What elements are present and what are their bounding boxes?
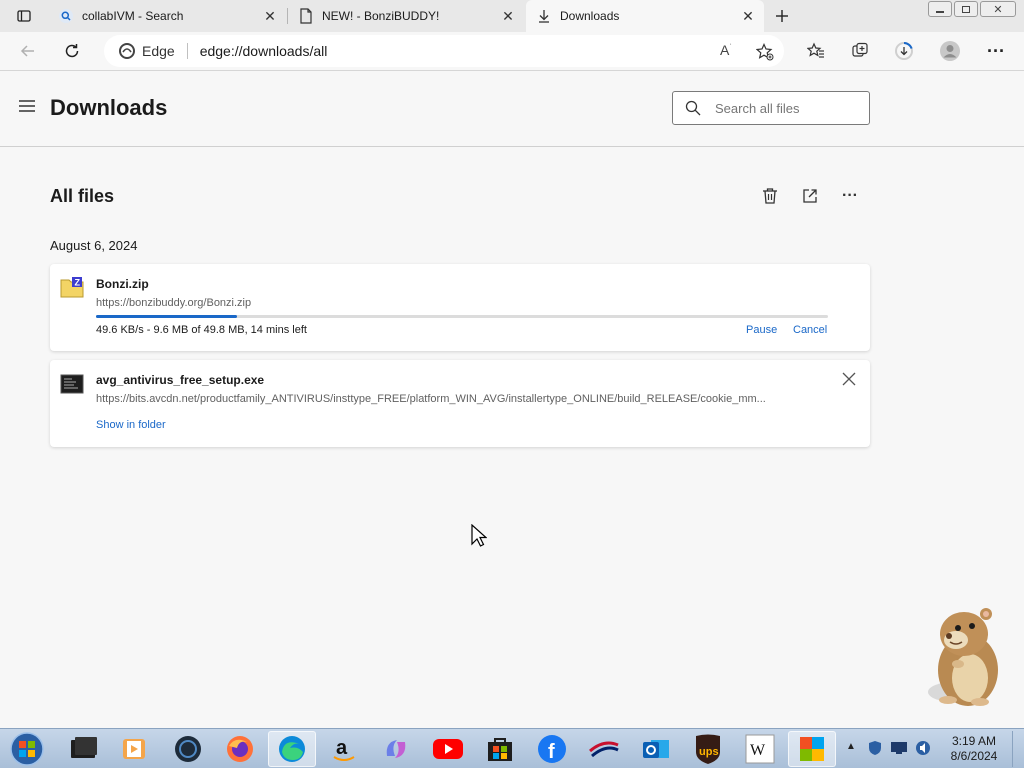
file-name[interactable]: avg_antivirus_free_setup.exe bbox=[96, 373, 264, 387]
address-divider bbox=[186, 43, 188, 59]
svg-text:a: a bbox=[336, 737, 348, 759]
read-aloud-icon[interactable]: Aʾ bbox=[720, 42, 732, 58]
zip-file-icon: Z bbox=[60, 276, 84, 298]
new-tab-button[interactable] bbox=[766, 0, 798, 32]
search-box[interactable] bbox=[672, 91, 870, 125]
pause-button[interactable]: Pause bbox=[746, 324, 777, 336]
open-downloads-folder-icon[interactable] bbox=[798, 184, 822, 208]
store-icon[interactable] bbox=[476, 731, 524, 767]
file-url: https://bits.avcdn.net/productfamily_ANT… bbox=[96, 393, 766, 405]
more-options-icon[interactable]: ··· bbox=[838, 184, 862, 208]
download-item-avg: avg_antivirus_free_setup.exe https://bit… bbox=[50, 360, 870, 447]
clock-date: 8/6/2024 bbox=[950, 749, 998, 763]
profile-avatar[interactable] bbox=[934, 35, 966, 67]
start-button[interactable] bbox=[2, 731, 52, 767]
terminal-app-icon[interactable] bbox=[60, 731, 108, 767]
address-bar[interactable]: Edge edge://downloads/all Aʾ bbox=[104, 35, 784, 67]
security-tray-icon[interactable] bbox=[868, 740, 882, 761]
close-icon[interactable]: ✕ bbox=[260, 6, 280, 26]
tab-label: collabIVM - Search bbox=[82, 9, 184, 23]
ups-icon[interactable]: ups bbox=[684, 731, 732, 767]
download-icon bbox=[536, 8, 552, 24]
clock-time: 3:19 AM bbox=[951, 734, 997, 748]
copilot-icon[interactable] bbox=[372, 731, 420, 767]
favorite-add-icon[interactable] bbox=[755, 43, 774, 64]
cancel-button[interactable]: Cancel bbox=[793, 324, 827, 336]
tab-label: Downloads bbox=[560, 9, 620, 23]
browser-toolbar: Edge edge://downloads/all Aʾ ··· bbox=[0, 32, 1024, 71]
mouse-cursor-icon bbox=[471, 523, 488, 553]
hamster-character-icon[interactable] bbox=[918, 604, 1008, 712]
tab-strip: collabIVM - Search ✕ NEW! - BonziBUDDY! … bbox=[0, 0, 1024, 32]
facebook-icon[interactable]: f bbox=[528, 731, 576, 767]
window-controls: ✕ bbox=[928, 1, 1016, 17]
close-icon[interactable]: ✕ bbox=[738, 6, 758, 26]
download-item-bonzi: Z Bonzi.zip https://bonzibuddy.org/Bonzi… bbox=[50, 264, 870, 351]
edge-taskbar-icon[interactable] bbox=[268, 731, 316, 767]
exe-file-icon bbox=[60, 374, 84, 394]
page-title: Downloads bbox=[50, 95, 168, 120]
file-url: https://bonzibuddy.org/Bonzi.zip bbox=[96, 297, 252, 309]
tab-downloads[interactable]: Downloads ✕ bbox=[526, 0, 764, 32]
youtube-icon[interactable] bbox=[424, 731, 472, 767]
taskbar: a f ups W ▲ 3:19 AM 8/6/2024 bbox=[0, 728, 1024, 768]
download-progress-bar bbox=[96, 315, 828, 318]
tab-actions-icon[interactable] bbox=[8, 0, 40, 32]
restore-button[interactable] bbox=[954, 1, 978, 17]
close-icon[interactable]: ✕ bbox=[498, 6, 518, 26]
favorites-icon[interactable] bbox=[800, 35, 832, 67]
bank-of-america-icon[interactable] bbox=[580, 731, 628, 767]
search-icon bbox=[58, 8, 74, 24]
search-input[interactable] bbox=[715, 100, 855, 116]
edge-logo-icon bbox=[118, 42, 136, 60]
system-clock[interactable]: 3:19 AM 8/6/2024 bbox=[944, 734, 1004, 764]
volume-tray-icon[interactable] bbox=[914, 740, 932, 761]
site-label: Edge bbox=[142, 43, 175, 59]
delete-all-icon[interactable] bbox=[758, 184, 782, 208]
more-menu-icon[interactable]: ··· bbox=[980, 35, 1012, 67]
firefox-icon[interactable] bbox=[216, 731, 264, 767]
close-window-button[interactable]: ✕ bbox=[980, 1, 1016, 17]
downloads-toolbar-icon[interactable] bbox=[888, 35, 920, 67]
avg-installer-icon[interactable] bbox=[788, 731, 836, 767]
download-progress-fill bbox=[96, 315, 238, 318]
file-name[interactable]: Bonzi.zip bbox=[96, 277, 149, 291]
svg-text:ups: ups bbox=[699, 746, 719, 758]
tab-label: NEW! - BonziBUDDY! bbox=[322, 9, 440, 23]
show-desktop-button[interactable] bbox=[1012, 731, 1022, 767]
amazon-icon[interactable]: a bbox=[320, 731, 368, 767]
page-icon bbox=[298, 8, 314, 24]
show-hidden-icons-button[interactable]: ▲ bbox=[846, 741, 856, 752]
tab-bonzibuddy[interactable]: NEW! - BonziBUDDY! ✕ bbox=[288, 0, 524, 32]
network-tray-icon[interactable] bbox=[890, 741, 908, 760]
tab-collabivm-search[interactable]: collabIVM - Search ✕ bbox=[48, 0, 286, 32]
svg-text:W: W bbox=[750, 742, 766, 759]
search-icon bbox=[685, 100, 701, 116]
page-header: Downloads bbox=[0, 71, 1024, 147]
hamburger-menu-icon[interactable] bbox=[18, 99, 38, 115]
media-player-icon[interactable] bbox=[110, 731, 158, 767]
section-title: All files bbox=[50, 186, 115, 206]
minimize-button[interactable] bbox=[928, 1, 952, 17]
outlook-icon[interactable] bbox=[632, 731, 680, 767]
svg-text:f: f bbox=[548, 741, 555, 763]
vm-app-icon[interactable] bbox=[164, 731, 212, 767]
refresh-button[interactable] bbox=[56, 35, 88, 67]
svg-text:Z: Z bbox=[75, 278, 81, 288]
remove-item-icon[interactable] bbox=[842, 372, 858, 388]
download-status: 49.6 KB/s - 9.6 MB of 49.8 MB, 14 mins l… bbox=[96, 324, 307, 336]
show-in-folder-link[interactable]: Show in folder bbox=[96, 419, 166, 431]
collections-icon[interactable] bbox=[844, 35, 876, 67]
wikipedia-icon[interactable]: W bbox=[736, 731, 784, 767]
date-group-label: August 6, 2024 bbox=[50, 238, 138, 253]
back-button[interactable] bbox=[12, 35, 44, 67]
url-text[interactable]: edge://downloads/all bbox=[200, 43, 328, 59]
